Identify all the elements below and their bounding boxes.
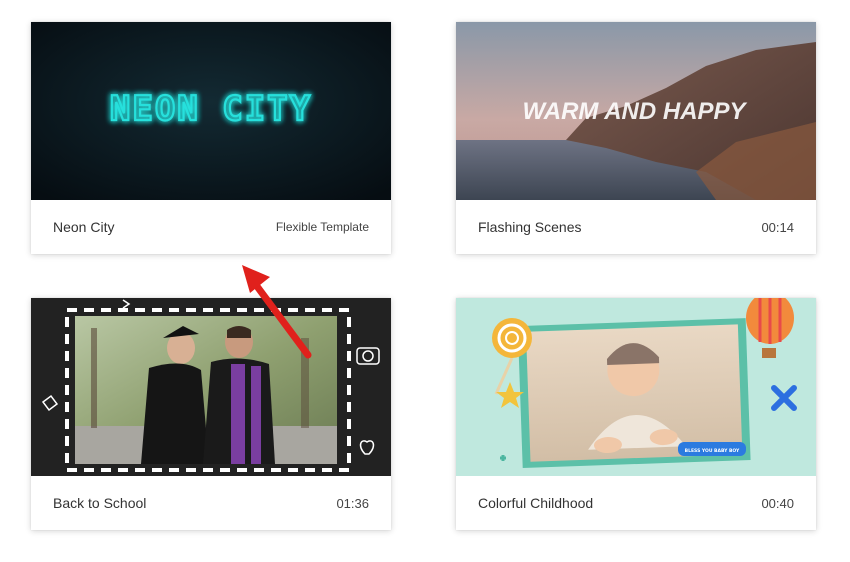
thumbnail-title-text: WARM AND HAPPY <box>522 98 747 125</box>
template-title: Flashing Scenes <box>478 219 582 235</box>
template-thumbnail[interactable]: BLESS YOU BABY BOY <box>456 298 816 476</box>
template-duration: 00:40 <box>761 495 794 511</box>
svg-text:BLESS YOU BABY BOY: BLESS YOU BABY BOY <box>685 448 740 454</box>
template-card-neon-city[interactable]: NEON CITY Neon City Flexible Template <box>31 22 391 254</box>
thumbnail-title-text: NEON CITY <box>110 89 312 129</box>
template-thumbnail[interactable]: WARM AND HAPPY <box>456 22 816 200</box>
template-title: Colorful Childhood <box>478 495 594 511</box>
template-card-colorful-childhood[interactable]: BLESS YOU BABY BOY Colorful Childhood 00… <box>456 298 816 530</box>
status-badge: BLESS YOU BABY BOY <box>678 442 746 456</box>
red-arrow-icon <box>242 265 312 359</box>
template-duration: 00:14 <box>761 219 794 235</box>
template-card-back-to-school[interactable]: Back to School 01:36 <box>31 298 391 530</box>
template-duration: 01:36 <box>336 495 369 511</box>
template-type-label: Flexible Template <box>275 220 369 234</box>
template-card-flashing-scenes[interactable]: WARM AND HAPPY Flashing Scenes 00:14 <box>456 22 816 254</box>
template-thumbnail[interactable]: NEON CITY <box>31 22 391 200</box>
template-thumbnail[interactable] <box>31 298 391 476</box>
template-title: Neon City <box>53 219 115 235</box>
template-title: Back to School <box>53 495 147 511</box>
